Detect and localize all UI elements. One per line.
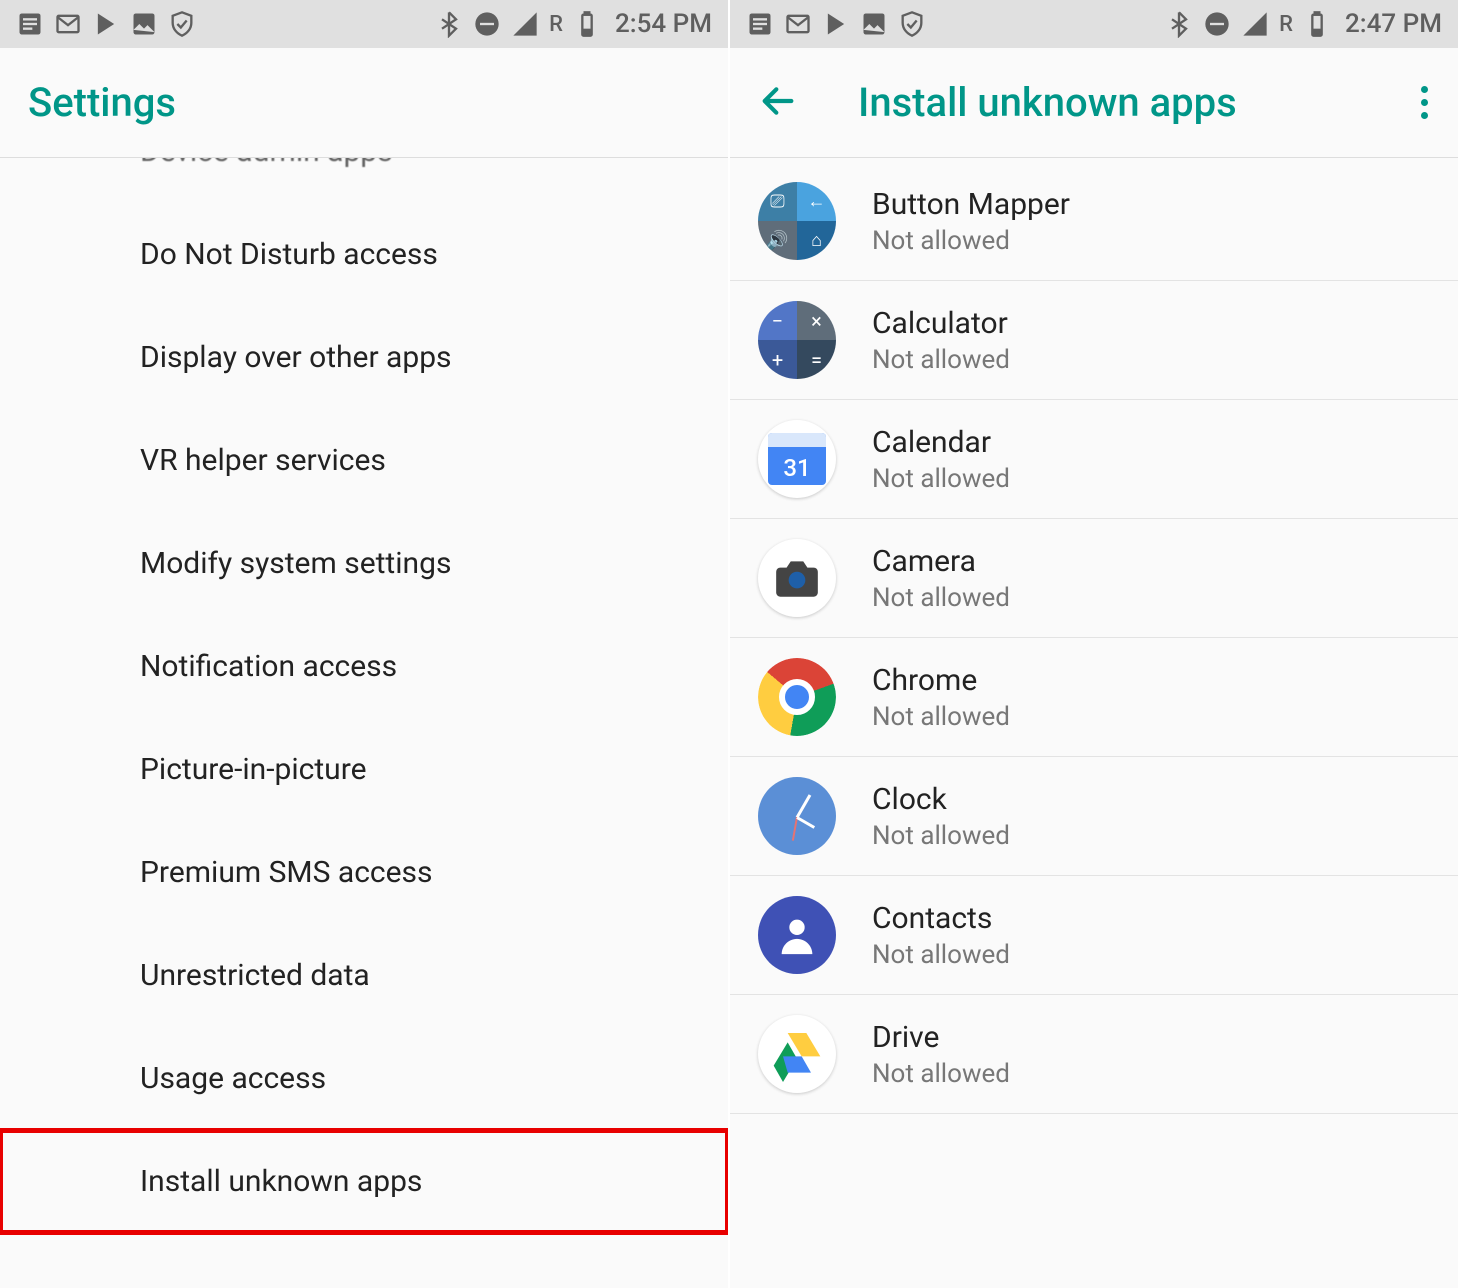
contacts-icon [758,896,836,974]
settings-item-label: Do Not Disturb access [140,237,438,272]
image-icon [860,10,888,38]
notification-icon [746,10,774,38]
signal-icon [1241,10,1269,38]
app-status: Not allowed [872,464,1010,494]
camera-icon [758,539,836,617]
roaming-indicator: R [549,12,563,37]
bluetooth-icon [435,10,463,38]
app-status: Not allowed [872,583,1010,613]
shield-icon [898,10,926,38]
gmail-icon [54,10,82,38]
clock-text: 2:47 PM [1345,9,1442,39]
settings-item[interactable]: Display over other apps [0,306,728,409]
settings-item[interactable]: VR helper services [0,409,728,512]
app-row[interactable]: Camera Not allowed [730,519,1458,638]
app-row[interactable]: Drive Not allowed [730,995,1458,1114]
status-bar: R 2:54 PM [0,0,728,48]
signal-icon [511,10,539,38]
app-name: Button Mapper [872,187,1070,222]
settings-item[interactable]: Modify system settings [0,512,728,615]
app-status: Not allowed [872,702,1010,732]
settings-item-label: Notification access [140,649,397,684]
app-status: Not allowed [872,940,1010,970]
app-row[interactable]: ⎚←🔊⌂ Button Mapper Not allowed [730,158,1458,281]
settings-item[interactable]: Notification access [0,615,728,718]
app-row[interactable]: Clock Not allowed [730,757,1458,876]
settings-item[interactable]: Usage access [0,1027,728,1130]
right-screen: R 2:47 PM Install unknown apps ⎚←🔊⌂ Butto… [730,0,1460,1288]
app-name: Camera [872,544,1010,579]
settings-item[interactable]: Unrestricted data [0,924,728,1027]
page-title: Settings [28,79,176,126]
gmail-icon [784,10,812,38]
notification-icon [16,10,44,38]
roaming-indicator: R [1279,12,1293,37]
app-status: Not allowed [872,821,1010,851]
dnd-icon [1203,10,1231,38]
app-header: Settings [0,48,728,158]
image-icon [130,10,158,38]
left-screen: R 2:54 PM Settings Device admin apps Do N… [0,0,730,1288]
settings-item[interactable]: Premium SMS access [0,821,728,924]
settings-item-label: Modify system settings [140,546,451,581]
app-name: Drive [872,1020,1010,1055]
calc-icon: −×+= [758,301,836,379]
calendar-icon: 31 [758,420,836,498]
app-name: Contacts [872,901,1010,936]
drive-icon [758,1015,836,1093]
app-status: Not allowed [872,345,1010,375]
settings-item-label: Unrestricted data [140,958,370,993]
settings-item-label: Usage access [140,1061,326,1096]
app-name: Chrome [872,663,1010,698]
app-row[interactable]: Contacts Not allowed [730,876,1458,995]
back-button[interactable] [758,81,798,125]
overflow-menu-button[interactable] [1421,86,1428,119]
bluetooth-icon [1165,10,1193,38]
status-bar: R 2:47 PM [730,0,1458,48]
app-row[interactable]: 31 Calendar Not allowed [730,400,1458,519]
battery-icon [1303,10,1331,38]
settings-item[interactable]: Device admin apps [0,158,728,203]
chrome-icon [758,658,836,736]
play-store-icon [822,10,850,38]
settings-item-label: Device admin apps [140,158,393,169]
settings-item[interactable]: Install unknown apps [0,1130,728,1233]
settings-item-label: Install unknown apps [140,1164,422,1199]
shield-icon [168,10,196,38]
page-title: Install unknown apps [858,79,1237,126]
app-row[interactable]: −×+= Calculator Not allowed [730,281,1458,400]
btnmapper-icon: ⎚←🔊⌂ [758,182,836,260]
battery-icon [573,10,601,38]
settings-item-label: Picture-in-picture [140,752,367,787]
play-store-icon [92,10,120,38]
settings-item[interactable]: Do Not Disturb access [0,203,728,306]
app-status: Not allowed [872,1059,1010,1089]
settings-item[interactable]: Picture-in-picture [0,718,728,821]
app-header: Install unknown apps [730,48,1458,158]
dnd-icon [473,10,501,38]
app-status: Not allowed [872,226,1070,256]
settings-list[interactable]: Device admin apps Do Not Disturb access Di… [0,158,728,1288]
settings-item-label: Display over other apps [140,340,452,375]
settings-item-label: Premium SMS access [140,855,432,890]
app-row[interactable]: Chrome Not allowed [730,638,1458,757]
clock-icon [758,777,836,855]
app-list[interactable]: ⎚←🔊⌂ Button Mapper Not allowed −×+= Calculat… [730,158,1458,1288]
app-name: Calculator [872,306,1010,341]
app-name: Calendar [872,425,1010,460]
settings-item-label: VR helper services [140,443,386,478]
clock-text: 2:54 PM [615,9,712,39]
app-name: Clock [872,782,1010,817]
